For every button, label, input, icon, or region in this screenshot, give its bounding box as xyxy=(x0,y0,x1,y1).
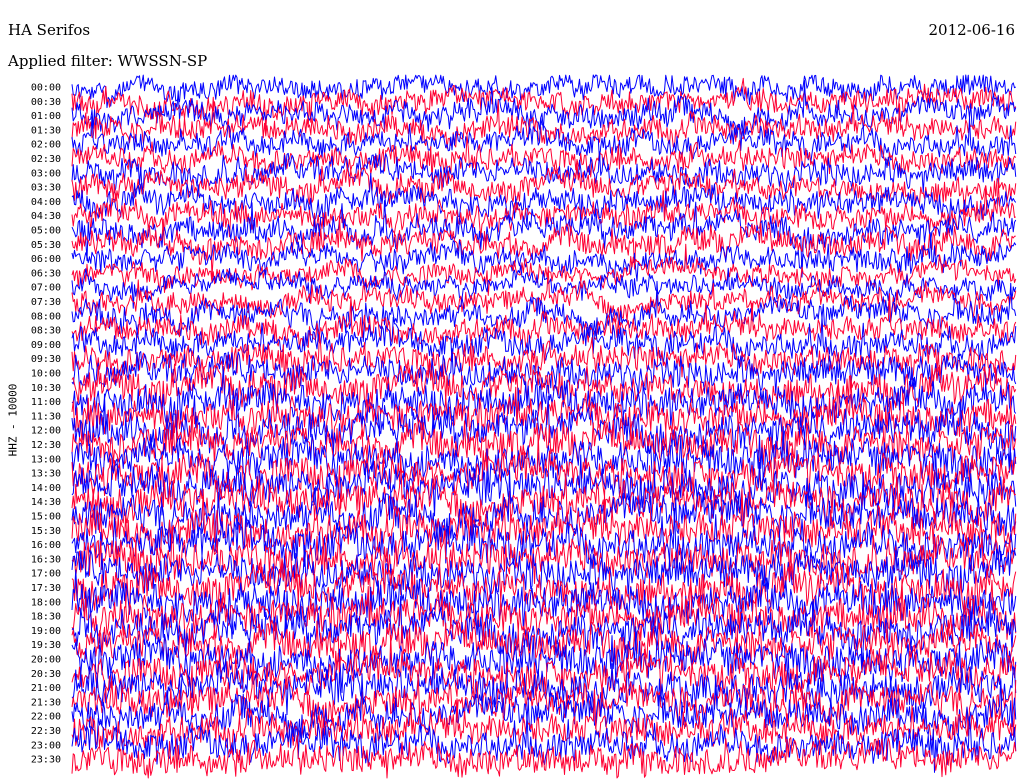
row-time-label: 17:00 xyxy=(31,569,61,580)
row-time-label: 23:30 xyxy=(31,755,61,766)
row-time-label: 23:00 xyxy=(31,740,61,751)
row-time-label: 01:00 xyxy=(31,111,61,122)
row-time-label: 15:00 xyxy=(31,512,61,523)
row-time-label: 13:30 xyxy=(31,469,61,480)
row-time-label: 08:30 xyxy=(31,326,61,337)
row-time-label: 07:00 xyxy=(31,283,61,294)
row-time-label: 18:00 xyxy=(31,597,61,608)
row-time-label: 13:00 xyxy=(31,454,61,465)
row-time-label: 22:00 xyxy=(31,712,61,723)
tick-label-group: 00:00 00:30 01:00 01:30 02:00 02:30 03:00 03:30… xyxy=(31,83,61,766)
row-time-label: 07:30 xyxy=(31,297,61,308)
trace-row-1030 xyxy=(71,359,1017,423)
row-time-label: 04:00 xyxy=(31,197,61,208)
row-time-label: 03:30 xyxy=(31,183,61,194)
row-time-label: 14:30 xyxy=(31,497,61,508)
row-time-label: 08:00 xyxy=(31,311,61,322)
row-time-label: 16:30 xyxy=(31,554,61,565)
trace-group xyxy=(71,74,1017,779)
row-time-label: 20:00 xyxy=(31,655,61,666)
trace-row-0800 xyxy=(71,280,1017,342)
row-time-label: 09:00 xyxy=(31,340,61,351)
row-time-label: 16:00 xyxy=(31,540,61,551)
row-time-label: 14:00 xyxy=(31,483,61,494)
row-time-label: 06:30 xyxy=(31,268,61,279)
row-time-label: 10:30 xyxy=(31,383,61,394)
row-time-label: 01:30 xyxy=(31,125,61,136)
row-time-label: 17:30 xyxy=(31,583,61,594)
row-time-label: 09:30 xyxy=(31,354,61,365)
row-time-label: 22:30 xyxy=(31,726,61,737)
row-time-label: 02:00 xyxy=(31,140,61,151)
row-time-label: 19:00 xyxy=(31,626,61,637)
row-time-label: 05:30 xyxy=(31,240,61,251)
row-time-label: 20:30 xyxy=(31,669,61,680)
row-time-label: 18:30 xyxy=(31,612,61,623)
row-time-label: 11:00 xyxy=(31,397,61,408)
row-time-label: 00:30 xyxy=(31,97,61,108)
filter-label: Applied filter: WWSSN-SP xyxy=(8,52,208,70)
row-time-label: 06:00 xyxy=(31,254,61,265)
row-time-label: 19:30 xyxy=(31,640,61,651)
helicorder-plot: 00:00 00:30 01:00 01:30 02:00 02:30 03:00 03:30… xyxy=(31,74,1017,779)
row-time-label: 04:30 xyxy=(31,211,61,222)
row-time-label: 21:30 xyxy=(31,697,61,708)
row-time-label: 12:30 xyxy=(31,440,61,451)
row-time-label: 12:00 xyxy=(31,426,61,437)
row-time-label: 03:00 xyxy=(31,168,61,179)
row-time-label: 00:00 xyxy=(31,83,61,94)
row-time-label: 02:30 xyxy=(31,154,61,165)
row-time-label: 10:00 xyxy=(31,369,61,380)
row-time-label: 11:30 xyxy=(31,411,61,422)
row-time-label: 15:30 xyxy=(31,526,61,537)
row-time-label: 21:00 xyxy=(31,683,61,694)
row-time-label: 05:00 xyxy=(31,226,61,237)
